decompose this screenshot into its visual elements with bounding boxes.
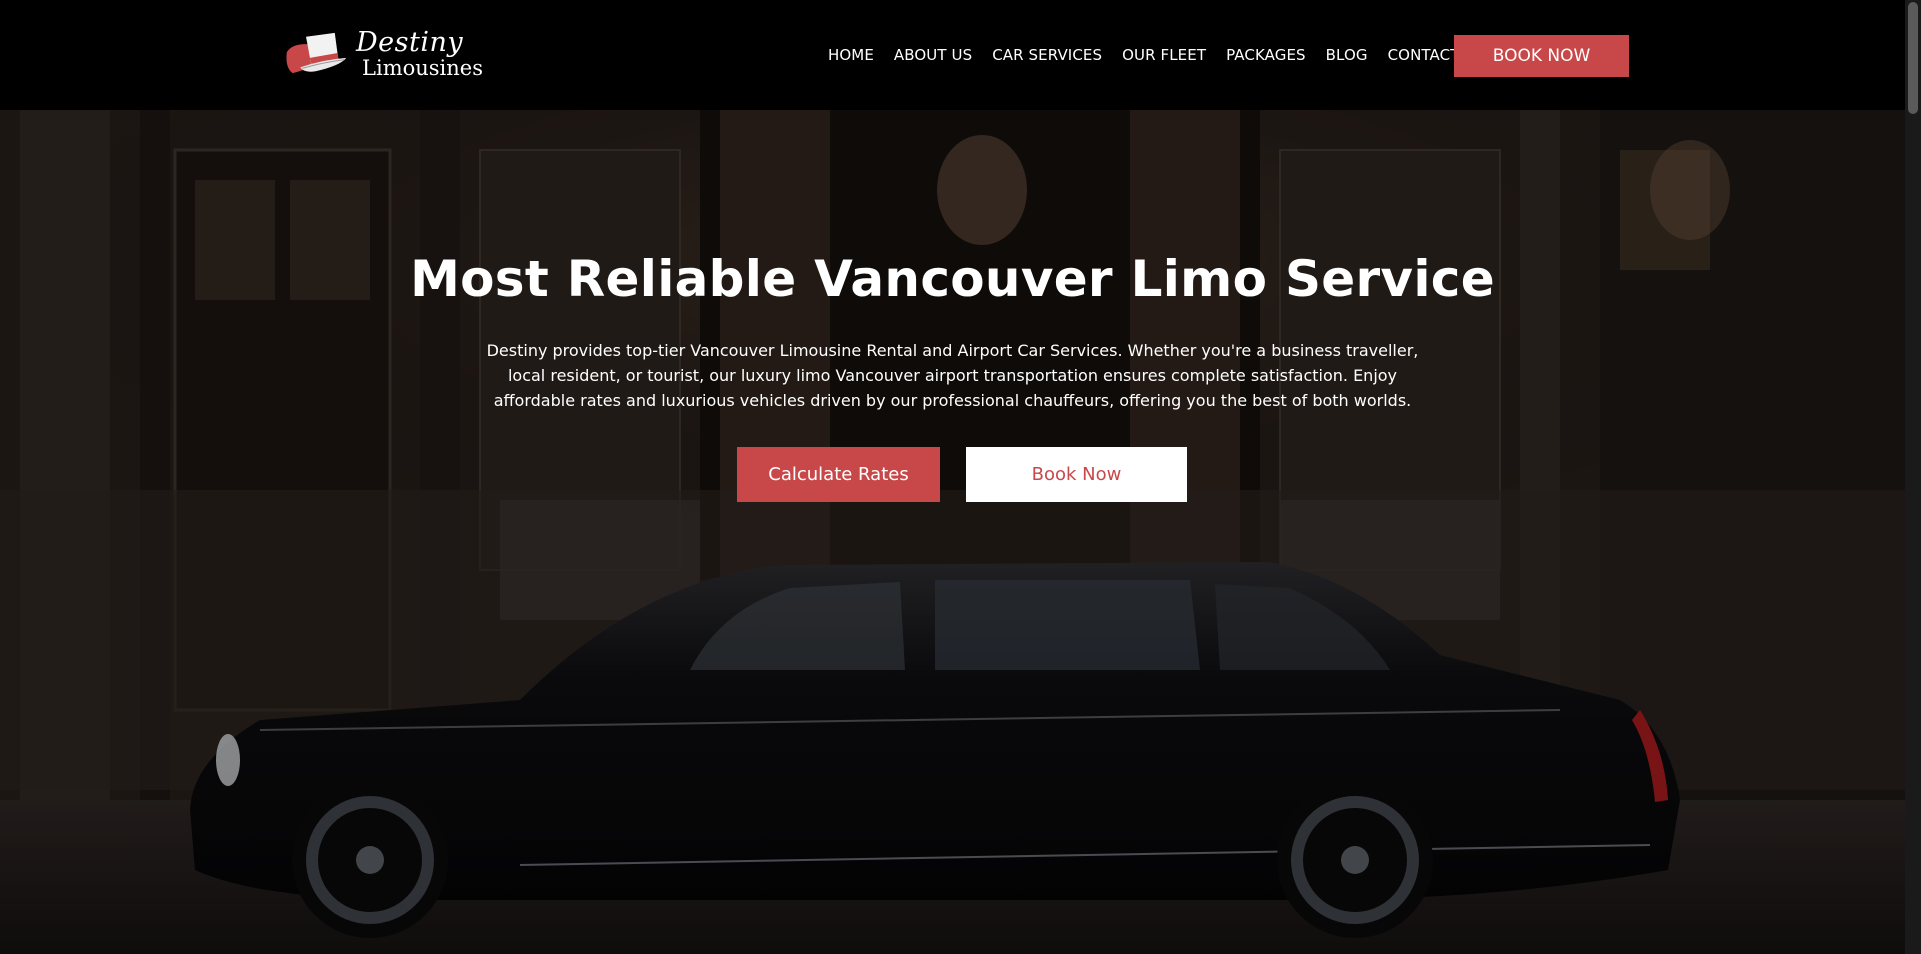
site-header: Destiny Limousines HOME ABOUT US CAR SER… [0,0,1905,110]
logo-line-2: Limousines [362,56,483,81]
site-logo[interactable]: Destiny Limousines [283,22,483,86]
scrollbar-thumb[interactable] [1908,2,1918,114]
nav-packages[interactable]: PACKAGES [1226,46,1306,64]
top-hat-icon [286,32,347,74]
hero-book-now-button[interactable]: Book Now [966,447,1187,502]
nav-about-us[interactable]: ABOUT US [894,46,972,64]
nav-blog[interactable]: BLOG [1326,46,1368,64]
page: Destiny Limousines HOME ABOUT US CAR SER… [0,0,1921,954]
nav-contact[interactable]: CONTACT [1388,46,1460,64]
nav-our-fleet[interactable]: OUR FLEET [1122,46,1206,64]
header-book-now-button[interactable]: BOOK NOW [1454,35,1629,77]
calculate-rates-button[interactable]: Calculate Rates [737,447,940,502]
nav-home[interactable]: HOME [828,46,874,64]
nav-car-services[interactable]: CAR SERVICES [992,46,1102,64]
page-scrollbar[interactable] [1905,0,1921,954]
logo-wordmark: Destiny Limousines [356,26,483,81]
hero-title: Most Reliable Vancouver Limo Service [410,250,1495,308]
hero-background-image [0,110,1905,954]
hero-section: Most Reliable Vancouver Limo Service Des… [0,110,1905,954]
hero-description: Destiny provides top-tier Vancouver Limo… [486,341,1419,410]
main-nav: HOME ABOUT US CAR SERVICES OUR FLEET PAC… [828,0,1479,110]
logo-line-1: Destiny [356,26,464,58]
